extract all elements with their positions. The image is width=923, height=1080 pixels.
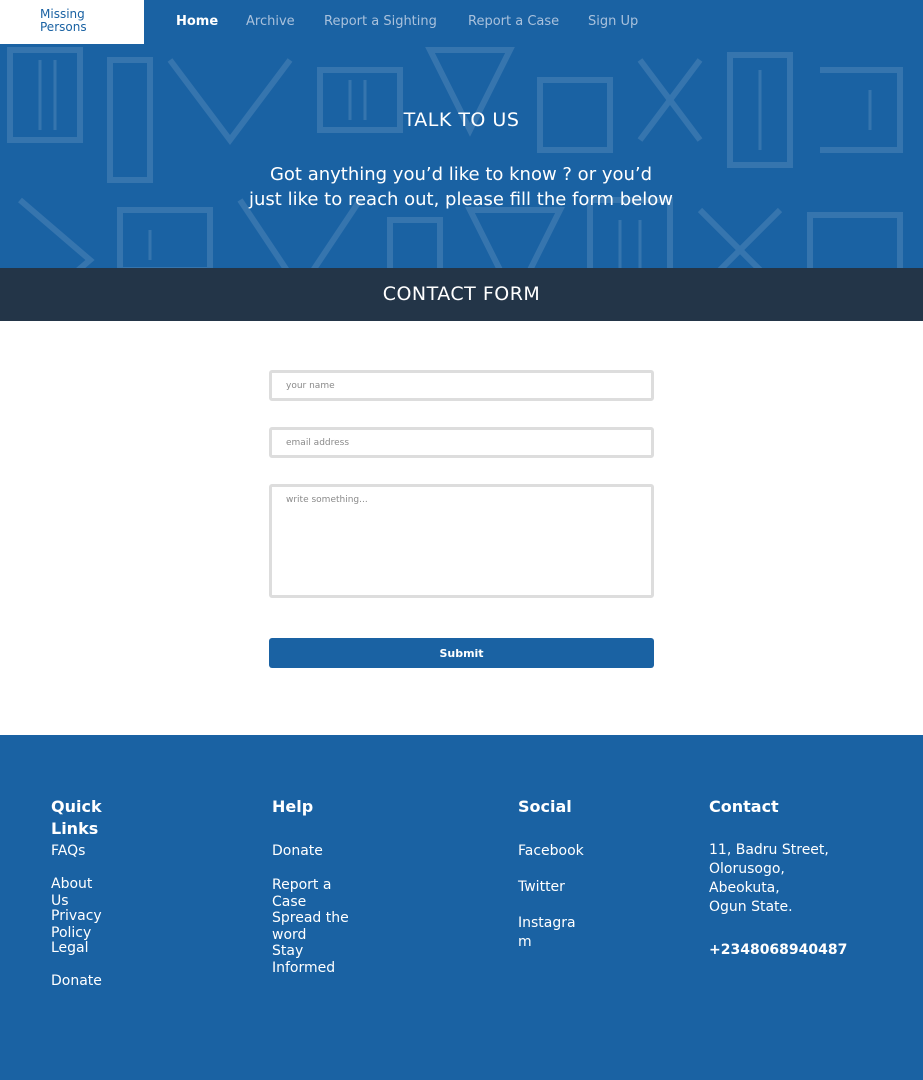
privacy-policy-line-1: Privacy	[51, 908, 102, 924]
hero-title: TALK TO US	[403, 109, 520, 131]
nav-home-link[interactable]: Home	[176, 14, 218, 29]
logo-text: Missing Persons	[40, 8, 120, 34]
footer-phone[interactable]: +2348068940487	[709, 942, 847, 958]
report-case-line-1: Report a	[272, 877, 332, 893]
name-input[interactable]	[269, 370, 654, 401]
footer-quick-links-heading: Quick Links	[51, 796, 102, 840]
quick-links-heading-line-1: Quick	[51, 797, 102, 816]
address-line-4: Ogun State.	[709, 899, 793, 915]
address-line-1: 11, Badru Street,	[709, 842, 829, 858]
footer-contact-heading: Contact	[709, 797, 779, 816]
hero-subtitle-line-1: Got anything you’d like to know ? or you…	[269, 164, 653, 185]
footer-about-us-link[interactable]: About Us	[51, 876, 92, 910]
logo[interactable]: Missing Persons	[0, 0, 144, 44]
stay-informed-line-2: Informed	[272, 960, 336, 976]
address-line-2: Olorusogo,	[709, 861, 785, 877]
instagram-line-1: Instagra	[518, 915, 576, 931]
footer-stay-informed-link[interactable]: Stay Informed	[272, 943, 335, 977]
nav-archive-link[interactable]: Archive	[246, 14, 295, 29]
report-case-line-2: Case	[272, 894, 307, 910]
footer-report-case-link[interactable]: Report a Case	[272, 877, 331, 911]
footer-social-heading: Social	[518, 797, 572, 816]
hero-subtitle-line-2: just like to reach out, please fill the …	[249, 189, 673, 210]
hero-subtitle: Got anything you’d like to know ? or you…	[211, 162, 711, 212]
footer-donate-link[interactable]: Donate	[51, 973, 102, 990]
footer-twitter-link[interactable]: Twitter	[518, 879, 565, 896]
nav-sign-up-link[interactable]: Sign Up	[588, 14, 638, 29]
footer-facebook-link[interactable]: Facebook	[518, 843, 584, 860]
footer-address: 11, Badru Street, Olorusogo, Abeokuta, O…	[709, 841, 829, 917]
hero-section: Missing Persons Home Archive Report a Si…	[0, 0, 923, 321]
top-navigation: Missing Persons Home Archive Report a Si…	[0, 0, 923, 44]
footer-privacy-policy-link[interactable]: Privacy Policy	[51, 908, 102, 942]
logo-line-2: Persons	[40, 20, 87, 34]
footer-help-heading: Help	[272, 797, 314, 816]
footer-legal-link[interactable]: Legal	[51, 940, 89, 957]
nav-report-case-link[interactable]: Report a Case	[468, 14, 559, 29]
submit-button[interactable]: Submit	[269, 638, 654, 668]
nav-report-sighting-link[interactable]: Report a Sighting	[324, 14, 437, 29]
address-line-3: Abeokuta,	[709, 880, 780, 896]
about-us-line-1: About	[51, 876, 93, 892]
footer-faqs-link[interactable]: FAQs	[51, 843, 85, 860]
quick-links-heading-line-2: Links	[51, 819, 99, 838]
contact-form-title: CONTACT FORM	[382, 283, 541, 305]
spread-word-line-1: Spread the	[272, 910, 349, 926]
footer-help-donate-link[interactable]: Donate	[272, 843, 323, 860]
footer-instagram-link[interactable]: Instagra m	[518, 914, 576, 952]
message-textarea[interactable]	[269, 484, 654, 598]
footer-spread-word-link[interactable]: Spread the word	[272, 910, 349, 944]
footer: Quick Links FAQs About Us Privacy Policy…	[0, 735, 923, 1080]
stay-informed-line-1: Stay	[272, 943, 304, 959]
instagram-line-2: m	[518, 934, 532, 950]
email-input[interactable]	[269, 427, 654, 458]
spread-word-line-2: word	[272, 927, 307, 943]
